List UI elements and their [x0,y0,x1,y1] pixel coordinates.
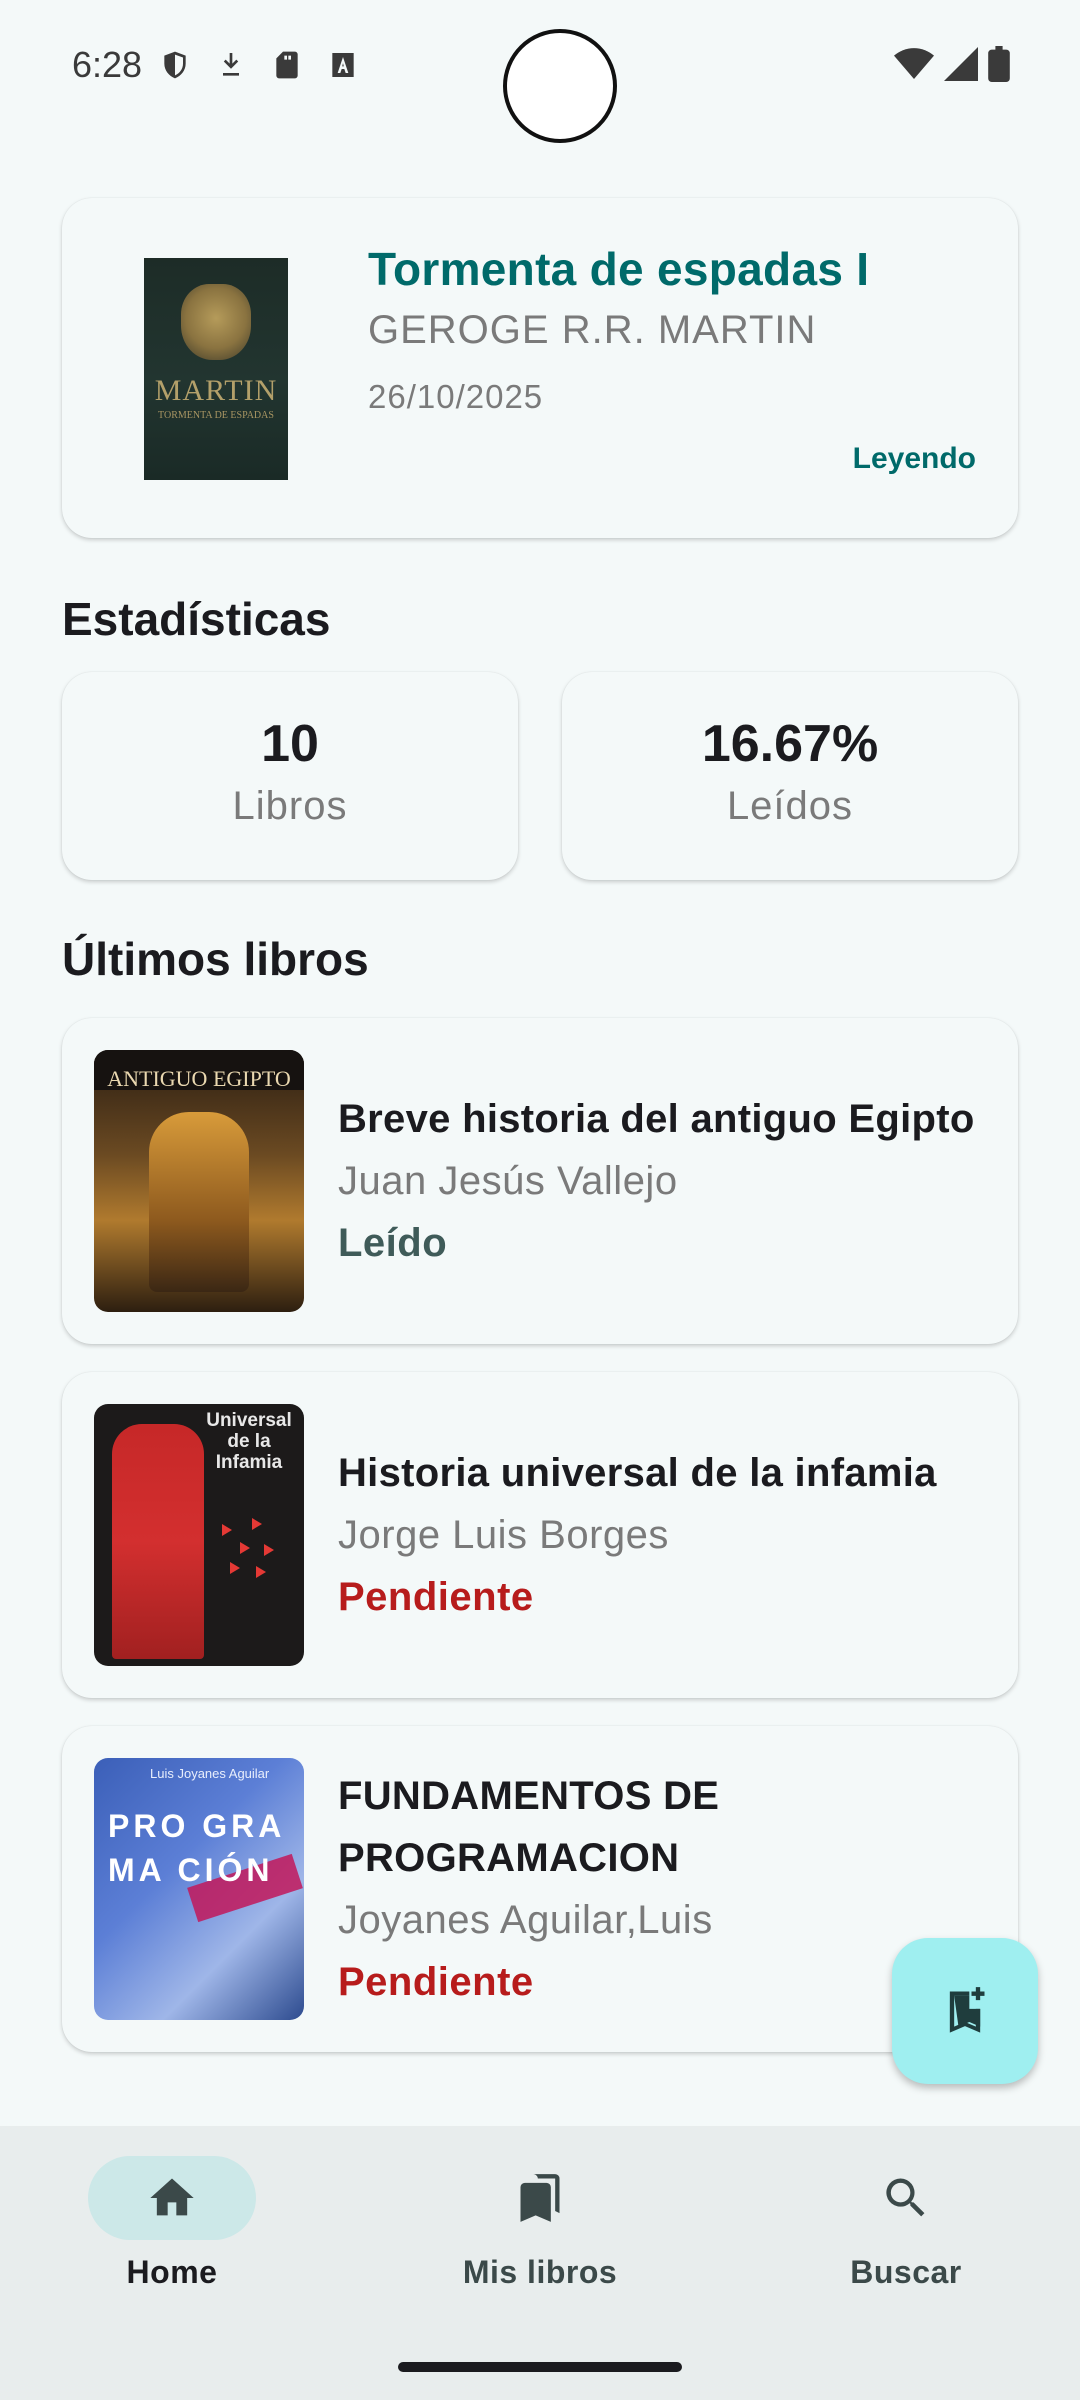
status-bar: 6:28 [0,0,1080,143]
book-author: Joyanes Aguilar,Luis [338,1898,713,1942]
book-cover-infamia: Universal de la Infamia [94,1404,304,1666]
stat-card-books: 10 Libros [62,672,518,880]
book-cover-egipto: ANTIGUO EGIPTO [94,1050,304,1312]
nav-item-search[interactable]: Buscar [786,2156,1026,2291]
book-title: Breve historia del antiguo Egipto [338,1097,975,1141]
book-card-egipto[interactable]: ANTIGUO EGIPTO Breve historia del antigu… [62,1018,1018,1344]
book-info: FUNDAMENTOS DE PROGRAMACION Joyanes Agui… [338,1726,868,2052]
figure-illustration [112,1424,204,1659]
download-icon [214,48,248,82]
nav-label-home: Home [126,2254,218,2290]
cover-title-text: Universal de la Infamia [206,1410,292,1473]
birds-illustration [222,1518,274,1578]
cover-subtitle-text: TORMENTA DE ESPADAS [158,410,274,421]
nav-item-my-books[interactable]: Mis libros [420,2156,660,2291]
wifi-icon [894,47,934,86]
bookmarks-icon [520,2174,560,2222]
stat-card-read: 16.67% Leídos [562,672,1018,880]
featured-book-author: GEROGE R.R. MARTIN [368,308,817,352]
book-title: FUNDAMENTOS DE PROGRAMACION [338,1774,720,1880]
stat-read-value: 16.67% [701,715,879,773]
recent-books-heading: Últimos libros [62,933,369,985]
book-cover-programacion: Luis Joyanes Aguilar PRO GRA MA CIÓN [94,1758,304,2020]
sd-card-icon [270,48,304,82]
nav-my-books-indicator[interactable] [456,2156,624,2240]
book-card-programacion[interactable]: Luis Joyanes Aguilar PRO GRA MA CIÓN FUN… [62,1726,1018,2052]
book-author: Juan Jesús Vallejo [338,1159,678,1203]
bottom-navigation: Home Mis libros Buscar [0,2126,1080,2400]
status-time: 6:28 [72,44,143,85]
shield-icon [158,48,192,82]
book-info: Historia universal de la infamia Jorge L… [338,1372,990,1698]
cover-author-text: MARTIN [154,374,278,407]
lion-emblem [181,284,251,360]
pharaoh-illustration [149,1112,249,1292]
front-camera [503,29,617,143]
book-status: Pendiente [338,1960,534,2004]
book-info: Breve historia del antiguo Egipto Juan J… [338,1018,990,1344]
battery-icon [988,46,1010,87]
book-card-infamia[interactable]: Universal de la Infamia Historia univers… [62,1372,1018,1698]
nav-home-indicator[interactable] [88,2156,256,2240]
stat-books-value: 10 [261,715,319,773]
book-author: Jorge Luis Borges [338,1513,669,1557]
stat-books-label: Libros [232,784,348,828]
gesture-home-bar[interactable] [398,2362,682,2372]
book-status: Leído [338,1221,448,1265]
bookmark-add-icon [949,1987,985,2033]
stat-read-label: Leídos [726,784,854,828]
search-icon [886,2178,925,2217]
currently-reading-card[interactable]: MARTIN TORMENTA DE ESPADAS Tormenta de e… [62,198,1018,538]
status-icons-right [894,46,1010,87]
add-book-button[interactable] [892,1938,1038,2084]
book-status: Pendiente [338,1575,534,1619]
cover-author-text: Luis Joyanes Aguilar [150,1766,270,1781]
home-icon [150,2178,194,2216]
featured-book-date: 26/10/2025 [368,378,544,415]
cell-signal-icon [944,47,978,86]
nav-label-search: Buscar [850,2254,962,2290]
featured-book-title: Tormenta de espadas I [368,243,870,295]
stats-heading: Estadísticas [62,593,331,645]
featured-book-cover: MARTIN TORMENTA DE ESPADAS [144,258,288,480]
nav-search-indicator[interactable] [822,2156,990,2240]
status-icons-left [158,48,360,82]
a-icon [326,48,360,82]
cover-title-text: ANTIGUO EGIPTO [94,1050,304,1091]
featured-book-status: Leyendo [852,442,976,475]
screen: 6:28 MARTIN TORMENTA DE ESPADAS Tormenta… [0,0,1080,2400]
book-title: Historia universal de la infamia [338,1451,937,1495]
cover-title-text: PRO GRA MA CIÓN [108,1808,285,1888]
nav-item-home[interactable]: Home [52,2156,292,2291]
nav-label-my-books: Mis libros [462,2254,618,2290]
